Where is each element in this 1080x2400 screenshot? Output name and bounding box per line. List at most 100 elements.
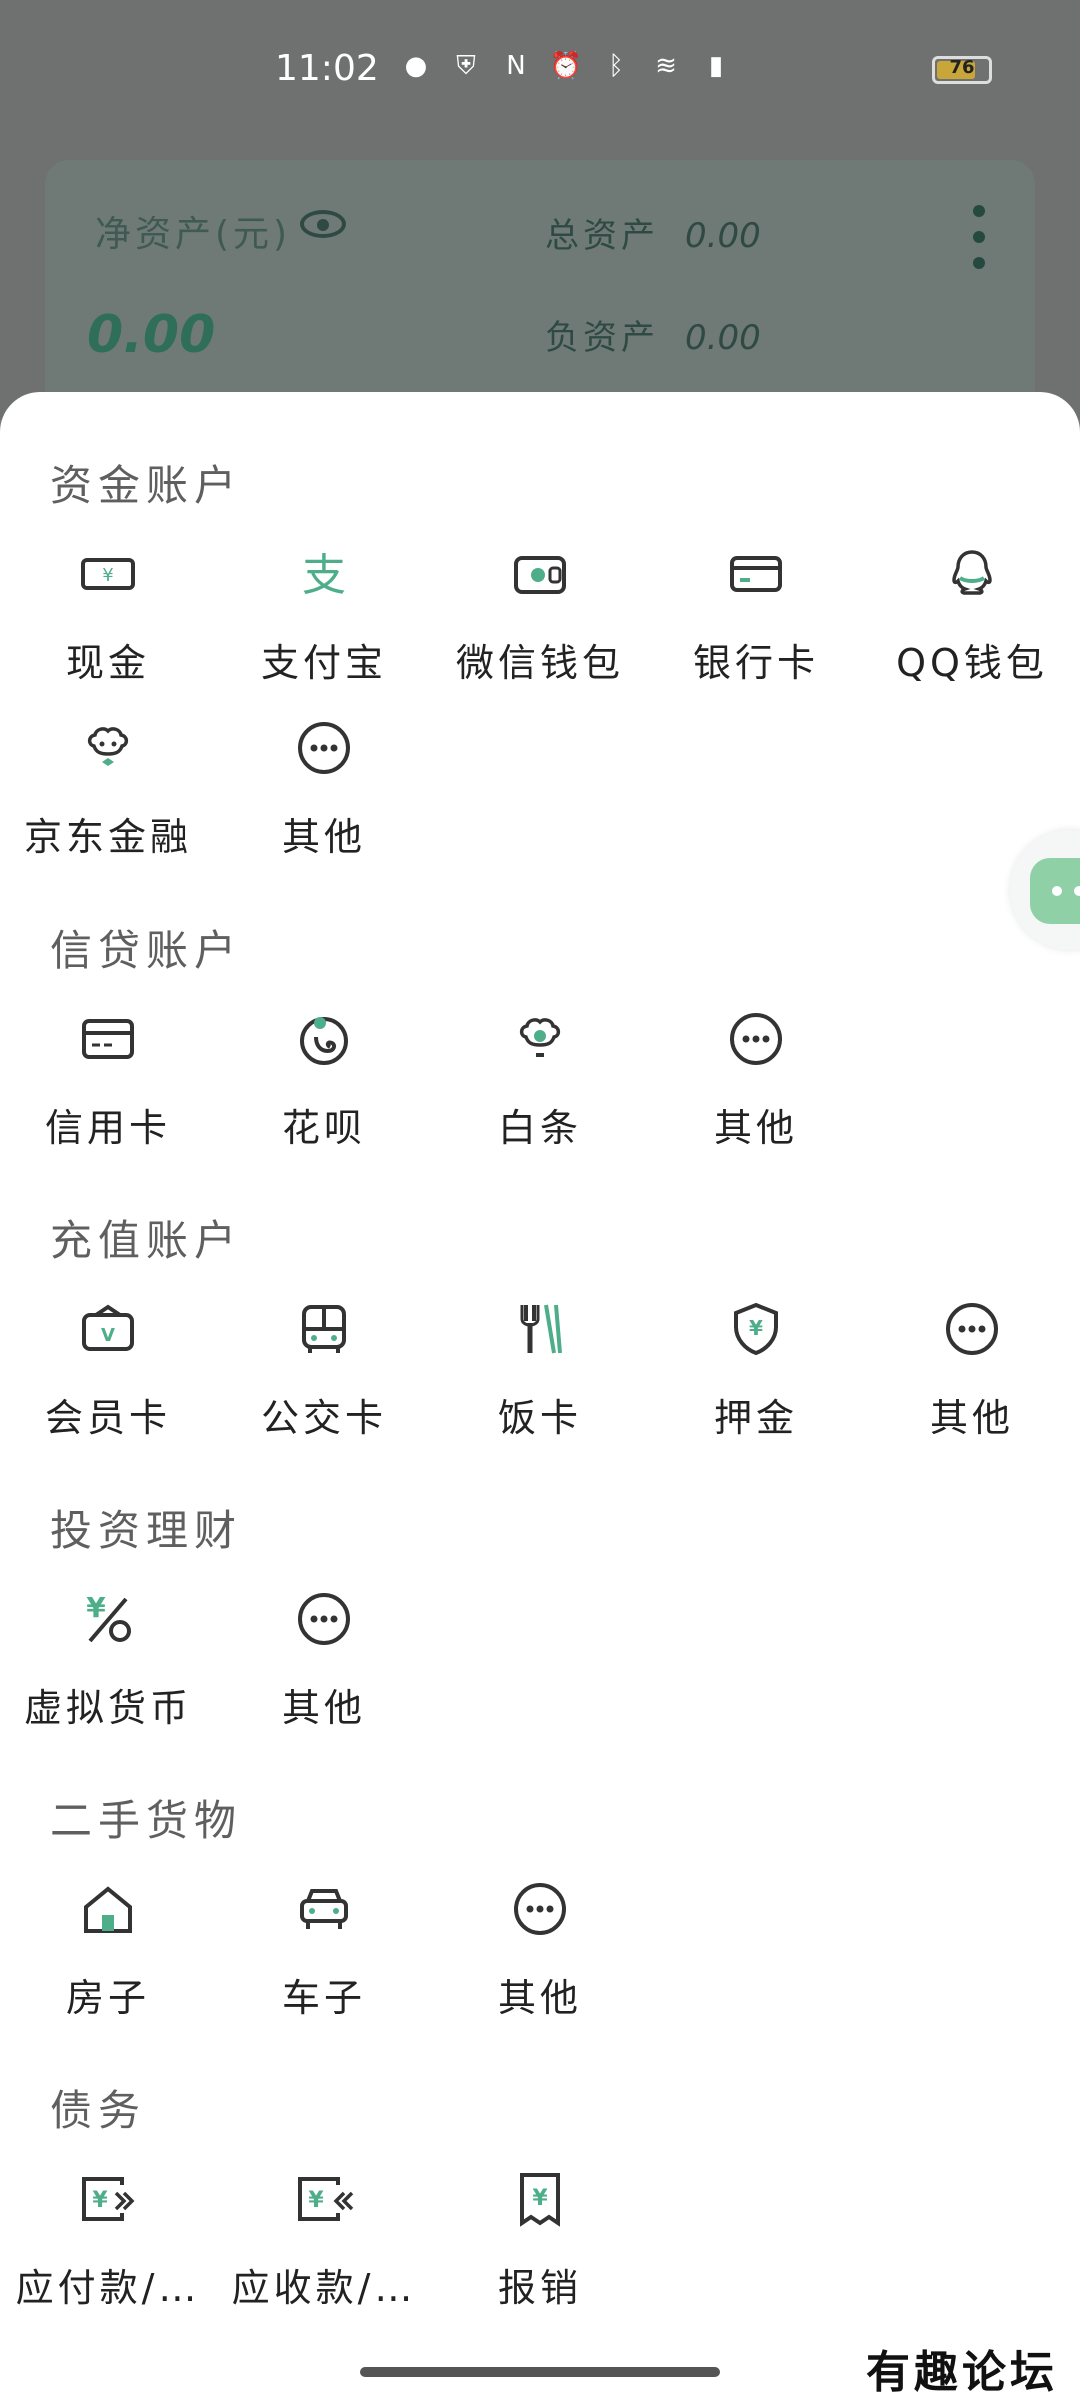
more-icon xyxy=(292,1587,356,1651)
svg-text:V: V xyxy=(101,1325,115,1346)
section-title: 债务 xyxy=(50,2086,147,2135)
account-type-item[interactable]: ¥ 押金 xyxy=(656,1297,856,1467)
notification-dot-icon: ● xyxy=(404,51,428,81)
account-type-label: 饭卡 xyxy=(497,1396,582,1440)
account-type-item[interactable]: 其他 xyxy=(872,1297,1072,1467)
more-icon xyxy=(724,1007,788,1071)
bus-icon xyxy=(292,1297,356,1361)
background-app: 11:02 ● ⛨ N ⏰ ᛒ ≋ ▮ 76 净资产(元) 0.00 总资产 0.… xyxy=(0,0,1080,450)
account-type-item[interactable]: ¥ 应付款/… xyxy=(8,2167,208,2337)
receivable-icon: ¥ xyxy=(292,2167,356,2231)
alarm-icon: ⏰ xyxy=(549,51,583,81)
account-type-item[interactable]: ¥ 现金 xyxy=(8,542,208,712)
account-type-label: 其他 xyxy=(281,815,366,859)
section-title: 信贷账户 xyxy=(50,926,243,975)
fork-knife-icon xyxy=(508,1297,572,1361)
net-assets-value: 0.00 xyxy=(87,305,216,365)
account-type-item[interactable]: 京东金融 xyxy=(8,716,208,886)
account-type-label: 押金 xyxy=(713,1396,798,1440)
account-type-label: 车子 xyxy=(281,1976,366,2020)
account-type-label: 白条 xyxy=(497,1106,582,1150)
battery-icon: 76 xyxy=(932,56,992,84)
account-type-item[interactable]: QQ钱包 xyxy=(872,542,1072,712)
payable-icon: ¥ xyxy=(76,2167,140,2231)
status-icons: ● ⛨ N ⏰ ᛒ ≋ ▮ xyxy=(400,50,732,82)
account-type-label: 其他 xyxy=(281,1686,366,1730)
account-type-label: QQ钱包 xyxy=(896,641,1048,685)
account-type-item[interactable]: 其他 xyxy=(224,716,424,886)
section-title: 二手货物 xyxy=(50,1796,243,1845)
total-assets-row: 总资产 0.00 xyxy=(545,208,761,257)
more-icon xyxy=(292,716,356,780)
account-type-label: 房子 xyxy=(65,1976,150,2020)
svg-text:¥: ¥ xyxy=(102,565,113,586)
account-type-item[interactable]: ¥ 报销 xyxy=(440,2167,640,2337)
liabilities-label: 负资产 xyxy=(545,318,659,358)
account-type-item[interactable]: 饭卡 xyxy=(440,1297,640,1467)
watermark: 有趣论坛 xyxy=(866,2347,1058,2398)
net-assets-label: 净资产(元) xyxy=(95,214,292,255)
account-type-item[interactable]: 支支付宝 xyxy=(224,542,424,712)
account-type-item[interactable]: 微信钱包 xyxy=(440,542,640,712)
account-type-item[interactable]: V 会员卡 xyxy=(8,1297,208,1467)
account-type-label: 微信钱包 xyxy=(455,641,624,685)
bluetooth-icon: ᛒ xyxy=(608,51,624,81)
svg-text:¥: ¥ xyxy=(308,2188,324,2213)
liabilities-value: 0.00 xyxy=(685,318,761,358)
account-type-item[interactable]: 银行卡 xyxy=(656,542,856,712)
eye-icon[interactable] xyxy=(300,210,346,238)
section-title: 充值账户 xyxy=(50,1216,243,1265)
credit-card-icon xyxy=(76,1007,140,1071)
huabei-icon xyxy=(292,1007,356,1071)
account-type-item[interactable]: 车子 xyxy=(224,1877,424,2047)
account-type-item[interactable]: 白条 xyxy=(440,1007,640,1177)
jd-icon xyxy=(76,716,140,780)
bank-card-icon xyxy=(724,542,788,606)
qq-icon xyxy=(940,542,1004,606)
account-type-label: 其他 xyxy=(497,1976,582,2020)
account-type-item[interactable]: 花呗 xyxy=(224,1007,424,1177)
alipay-icon: 支 xyxy=(292,542,356,606)
account-type-sheet: 资金账户 ¥ 现金支支付宝 微信钱包 银行卡 QQ钱包 京东金融 其他 信贷账户 信用卡 花呗 白条其… xyxy=(0,392,1080,2400)
svg-text:¥: ¥ xyxy=(749,1316,763,1340)
total-assets-value: 0.00 xyxy=(685,216,761,256)
account-type-label: 应付款/… xyxy=(15,2266,201,2310)
home-indicator[interactable] xyxy=(360,2367,720,2377)
account-type-item[interactable]: 信用卡 xyxy=(8,1007,208,1177)
more-icon xyxy=(1030,858,1080,924)
svg-text:¥: ¥ xyxy=(92,2188,108,2213)
account-type-label: 会员卡 xyxy=(44,1396,171,1440)
account-type-item[interactable]: 其他 xyxy=(656,1007,856,1177)
svg-text:¥: ¥ xyxy=(532,2186,548,2211)
section-title: 资金账户 xyxy=(50,461,243,510)
more-vertical-icon[interactable] xyxy=(973,205,985,283)
status-time: 11:02 xyxy=(275,48,379,89)
svg-text:¥: ¥ xyxy=(86,1591,106,1624)
svg-text:支: 支 xyxy=(302,550,346,601)
member-card-icon: V xyxy=(76,1297,140,1361)
section-title: 投资理财 xyxy=(50,1506,243,1555)
more-icon xyxy=(940,1297,1004,1361)
account-type-item[interactable]: ¥ 应收款/… xyxy=(224,2167,424,2337)
battery-level: 76 xyxy=(949,57,975,78)
account-type-item[interactable]: ¥ 虚拟货币 xyxy=(8,1587,208,1757)
account-type-item[interactable]: 其他 xyxy=(224,1587,424,1757)
account-type-label: 报销 xyxy=(497,2266,582,2310)
account-type-label: 应收款/… xyxy=(231,2266,417,2310)
account-type-item[interactable]: 公交卡 xyxy=(224,1297,424,1467)
wifi-icon: ≋ xyxy=(655,51,677,81)
status-bar: 11:02 ● ⛨ N ⏰ ᛒ ≋ ▮ 76 xyxy=(0,0,1080,140)
nfc-icon: N xyxy=(506,51,526,81)
account-type-label: 公交卡 xyxy=(260,1396,387,1440)
signal-icon: ▮ xyxy=(708,51,724,81)
total-assets-label: 总资产 xyxy=(545,216,659,256)
baitiao-icon xyxy=(508,1007,572,1071)
deposit-shield-icon: ¥ xyxy=(724,1297,788,1361)
shield-app-icon: ⛨ xyxy=(456,50,476,81)
account-type-item[interactable]: 房子 xyxy=(8,1877,208,2047)
account-type-label: 银行卡 xyxy=(692,641,819,685)
account-type-label: 信用卡 xyxy=(44,1106,171,1150)
cash-icon: ¥ xyxy=(76,542,140,606)
account-type-label: 其他 xyxy=(929,1396,1014,1440)
account-type-item[interactable]: 其他 xyxy=(440,1877,640,2047)
